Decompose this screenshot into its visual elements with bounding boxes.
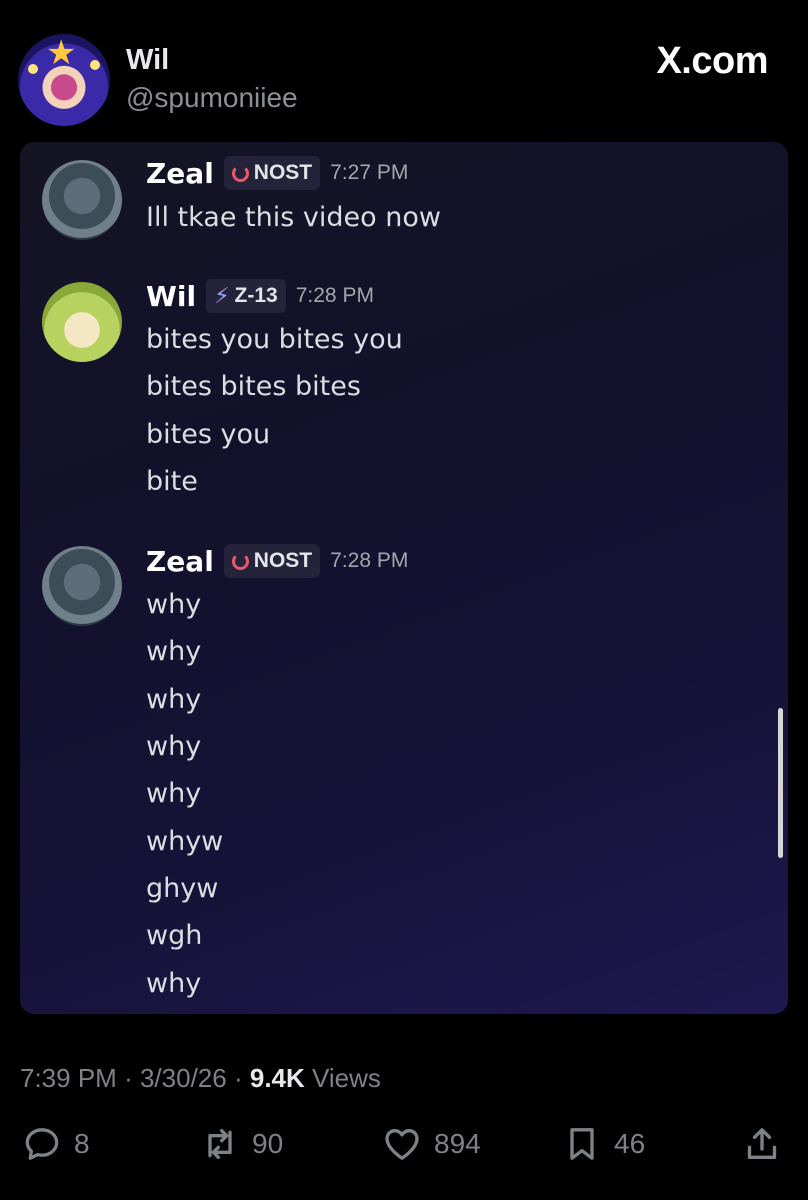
- message-text: ghyw: [146, 873, 219, 904]
- message-author: Wil: [146, 279, 197, 313]
- message-text: whyw: [146, 826, 224, 857]
- share-button[interactable]: [742, 1124, 782, 1164]
- user-tag: NOST: [223, 156, 321, 190]
- sparkle-icon: [90, 60, 100, 70]
- heart-icon: [385, 1129, 419, 1160]
- views-label: Views: [312, 1063, 381, 1093]
- share-icon: [747, 1128, 777, 1159]
- user-tag: ⚡ Z-13: [206, 279, 286, 313]
- message-author: Zeal: [146, 156, 214, 190]
- message-text: why: [146, 636, 202, 667]
- message-text: bites you bites you: [146, 324, 403, 355]
- reply-count: 8: [74, 1128, 90, 1159]
- message-header: Zeal NOST 7:27 PM: [146, 156, 408, 190]
- ring-icon: [231, 552, 249, 570]
- views-count: 9.4K: [249, 1063, 305, 1093]
- tweet-date[interactable]: 3/30/26: [140, 1063, 227, 1093]
- message-header: Zeal NOST 7:28 PM: [146, 544, 408, 578]
- tweet-meta: 7:39 PM · 3/30/26 · 9.4K Views: [20, 1063, 381, 1094]
- reply-button[interactable]: 8: [22, 1124, 90, 1164]
- bookmark-icon: [570, 1128, 594, 1160]
- scrollbar[interactable]: [778, 708, 783, 858]
- reply-icon: [25, 1128, 59, 1160]
- user-avatar: [42, 160, 122, 240]
- brand-logo: X.com: [656, 40, 768, 82]
- tweet-actions: 8 90 894 46: [0, 1124, 808, 1180]
- author-handle[interactable]: @spumoniiee: [126, 82, 298, 114]
- message-text: why: [146, 589, 202, 620]
- like-count: 894: [434, 1128, 481, 1159]
- repost-count: 90: [252, 1128, 284, 1159]
- message-timestamp: 7:28 PM: [330, 549, 409, 572]
- bolt-icon: ⚡: [214, 283, 230, 308]
- like-button[interactable]: 894: [382, 1124, 481, 1164]
- tweet-time[interactable]: 7:39 PM: [20, 1063, 117, 1093]
- author-name[interactable]: Wil: [126, 44, 169, 77]
- message-text: bites bites bites: [146, 371, 361, 402]
- message-text: why: [146, 778, 202, 809]
- tweet-header: ★ Wil @spumoniiee X.com: [0, 0, 808, 140]
- message-text: why: [146, 684, 202, 715]
- star-icon: ★: [46, 34, 77, 72]
- meta-separator: ·: [124, 1063, 133, 1093]
- user-avatar: [42, 546, 122, 626]
- chat-screenshot[interactable]: Zeal NOST 7:27 PM Ill tkae this video no…: [20, 142, 788, 1014]
- author-avatar[interactable]: ★: [18, 34, 110, 126]
- message-author: Zeal: [146, 544, 214, 578]
- message-header: Wil ⚡ Z-13 7:28 PM: [146, 279, 374, 313]
- meta-separator: ·: [233, 1063, 243, 1093]
- repost-icon: [208, 1129, 232, 1159]
- tag-label: NOST: [253, 161, 313, 184]
- message-timestamp: 7:28 PM: [295, 284, 374, 307]
- sparkle-icon: [28, 64, 38, 74]
- tag-label: NOST: [253, 549, 313, 572]
- bookmark-count: 46: [614, 1128, 646, 1159]
- user-avatar: [42, 282, 122, 362]
- message-text: Ill tkae this video now: [146, 202, 441, 233]
- message-text: why: [146, 968, 202, 999]
- message-text: bites you: [146, 419, 271, 450]
- user-tag: NOST: [223, 544, 321, 578]
- message-text: why: [146, 731, 202, 762]
- ring-icon: [231, 164, 249, 182]
- message-timestamp: 7:27 PM: [330, 161, 409, 184]
- bookmark-button[interactable]: 46: [562, 1124, 645, 1164]
- repost-button[interactable]: 90: [200, 1124, 283, 1164]
- tag-label: Z-13: [234, 284, 278, 307]
- message-text: wgh: [146, 920, 203, 951]
- message-text: bite: [146, 466, 198, 497]
